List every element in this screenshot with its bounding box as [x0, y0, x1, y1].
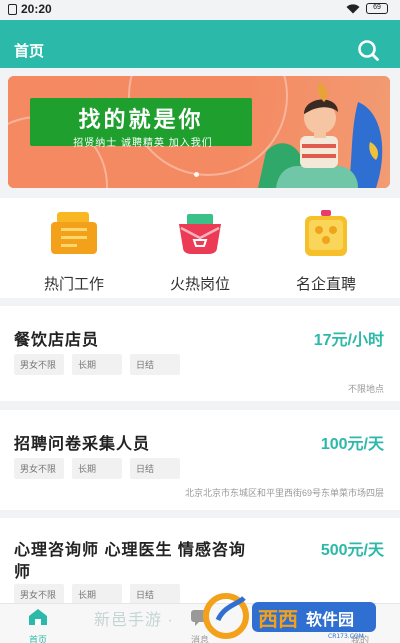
building-icon [305, 210, 347, 256]
svg-text:CR173.COM: CR173.COM [328, 633, 364, 640]
status-time: 20:20 [21, 2, 52, 16]
job-tags: 男女不限 长期 日结 [14, 584, 180, 605]
page-title: 首页 [14, 43, 45, 60]
job-pay: 100元/天 [320, 436, 384, 453]
watermark-text: 新邑手游 · [94, 612, 174, 629]
category-nav: 热门工作 火热岗位 名企直聘 [0, 198, 400, 298]
job-address: 北京北京市东城区和平里西街69号东单菜市场四层 [184, 488, 384, 498]
job-address: 不限地点 [347, 384, 384, 394]
tag: 男女不限 [14, 458, 64, 479]
job-title: 心理咨询师 心理医生 情感咨询 [14, 542, 246, 559]
tag: 日结 [130, 354, 180, 375]
watermark-logo: 西西 软件园 CR173.COM [203, 593, 376, 640]
battery-icon: 69 [366, 3, 388, 14]
carousel-indicator [194, 172, 199, 177]
search-icon[interactable] [356, 38, 380, 62]
job-title-continued: 师 [14, 564, 32, 581]
sim-icon [8, 3, 17, 15]
promo-banner[interactable]: 找的就是你 招贤纳士 诚聘精英 加入我们 [8, 76, 390, 188]
tag: 日结 [130, 458, 180, 479]
job-card[interactable]: 餐饮店店员 17元/小时 男女不限 长期 日结 不限地点 [0, 306, 400, 401]
person-illustration [258, 82, 383, 188]
category-hot-positions[interactable]: 火热岗位 [140, 208, 260, 294]
job-pay: 17元/小时 [313, 332, 384, 349]
job-card[interactable]: 招聘问卷采集人员 100元/天 男女不限 长期 日结 北京北京市东城区和平里西街… [0, 410, 400, 510]
category-label: 火热岗位 [169, 276, 230, 293]
briefcase-icon [51, 212, 97, 254]
tag: 男女不限 [14, 354, 64, 375]
home-icon [29, 609, 47, 625]
category-label: 热门工作 [43, 276, 104, 293]
svg-text:西西: 西西 [258, 607, 298, 631]
banner-tagline: 招贤纳士 诚聘精英 加入我们 [73, 138, 213, 149]
tag: 长期 [72, 584, 122, 605]
category-hot-jobs[interactable]: 热门工作 [14, 208, 134, 294]
tag: 男女不限 [14, 584, 64, 605]
tab-home[interactable]: 首页 [8, 608, 68, 643]
tag: 日结 [130, 584, 180, 605]
category-label: 名企直聘 [295, 276, 356, 293]
job-title: 招聘问卷采集人员 [14, 436, 151, 453]
tab-label: 首页 [28, 635, 47, 643]
category-top-companies[interactable]: 名企直聘 [266, 208, 386, 294]
svg-text:软件园: 软件园 [306, 610, 354, 629]
tag: 长期 [72, 354, 122, 375]
job-pay: 500元/天 [320, 542, 384, 559]
job-title: 餐饮店店员 [14, 332, 100, 349]
job-tags: 男女不限 长期 日结 [14, 458, 180, 479]
tag: 长期 [72, 458, 122, 479]
job-tags: 男女不限 长期 日结 [14, 354, 180, 375]
cart-icon [179, 214, 221, 254]
banner-headline: 找的就是你 [78, 107, 204, 132]
wifi-icon [346, 3, 360, 13]
status-bar: 20:20 69 [0, 0, 400, 20]
